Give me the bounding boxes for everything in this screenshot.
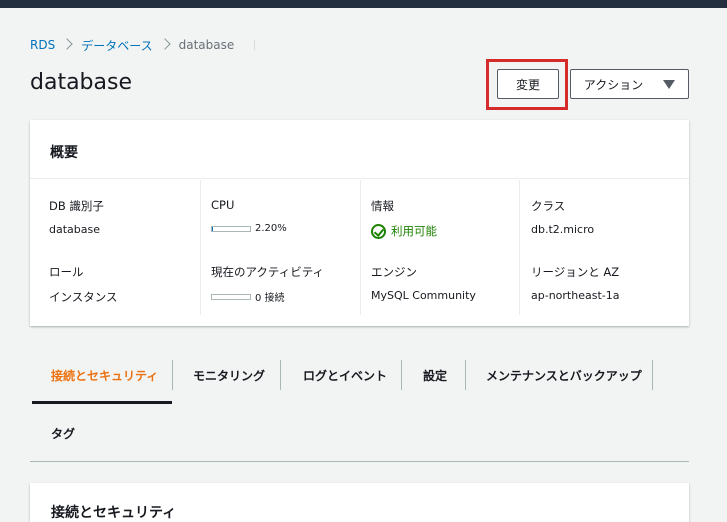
chevron-right-icon — [155, 36, 177, 54]
class-value: db.t2.micro — [531, 223, 595, 236]
summary-column-identifier: DB 識別子 database ロール インスタンス — [30, 180, 200, 315]
top-navigation-bar — [0, 0, 727, 8]
breadcrumb-divider — [254, 40, 256, 50]
cpu-progress-fill — [212, 226, 213, 231]
cpu-label: CPU — [211, 198, 235, 212]
activity-progress-bar — [211, 293, 251, 300]
engine-value: MySQL Community — [371, 289, 476, 302]
tab-connectivity-security[interactable]: 接続とセキュリティ — [51, 360, 176, 390]
status-badge: 利用可能 — [371, 223, 437, 239]
summary-grid: DB 識別子 database ロール インスタンス CPU 2.20% 現在の… — [30, 180, 689, 326]
tab-maintenance-backup[interactable]: メンテナンスとバックアップ — [466, 360, 653, 390]
modify-button[interactable]: 変更 — [497, 69, 559, 99]
tab-logs-events[interactable]: ログとイベント — [281, 360, 402, 390]
check-circle-icon — [371, 223, 386, 239]
tab-label: ログとイベント — [303, 368, 388, 383]
summary-column-class: クラス db.t2.micro リージョンと AZ ap-northeast-1… — [519, 180, 689, 315]
breadcrumb: RDS データベース database — [30, 36, 256, 54]
role-value: インスタンス — [49, 290, 118, 304]
connectivity-security-panel: 接続とセキュリティ — [30, 483, 689, 522]
summary-panel: 概要 DB 識別子 database ロール インスタンス CPU 2.20% … — [30, 120, 689, 326]
actions-button-label: アクション — [583, 77, 644, 92]
breadcrumb-current: database — [178, 38, 235, 52]
engine-label: エンジン — [371, 265, 417, 279]
activity-label: 現在のアクティビティ — [211, 265, 325, 279]
summary-heading: 概要 — [30, 120, 689, 179]
tab-label: 接続とセキュリティ — [51, 368, 159, 383]
activity-meter: 0 接続 — [211, 289, 285, 304]
db-identifier-label: DB 識別子 — [49, 199, 104, 213]
active-tab-indicator — [32, 401, 172, 404]
summary-column-status: 情報 利用可能 エンジン MySQL Community — [360, 180, 519, 315]
cpu-value: 2.20% — [255, 223, 287, 234]
tab-configuration[interactable]: 設定 — [402, 360, 466, 390]
modify-button-label: 変更 — [515, 77, 540, 92]
page-title: database — [30, 70, 132, 95]
tab-tags[interactable]: タグ — [51, 418, 111, 448]
tab-separator — [652, 360, 653, 390]
tab-label: メンテナンスとバックアップ — [486, 368, 642, 383]
chevron-right-icon — [57, 36, 79, 54]
status-value: 利用可能 — [391, 224, 437, 238]
cpu-progress-bar — [211, 225, 251, 232]
tab-separator — [172, 360, 173, 390]
cpu-meter: 2.20% — [211, 223, 287, 234]
summary-column-usage: CPU 2.20% 現在のアクティビティ 0 接続 — [200, 180, 360, 315]
tab-label: 設定 — [423, 368, 448, 383]
tab-label: タグ — [51, 426, 76, 441]
tab-monitoring[interactable]: モニタリング — [172, 360, 281, 390]
region-label: リージョンと AZ — [531, 265, 620, 279]
tab-bar: 接続とセキュリティ モニタリング ログとイベント 設定 メンテナンスとバックアッ… — [30, 359, 689, 462]
class-label: クラス — [531, 199, 566, 213]
region-value: ap-northeast-1a — [531, 289, 620, 302]
role-label: ロール — [49, 265, 84, 279]
tab-label: モニタリング — [193, 368, 266, 383]
db-identifier-value: database — [49, 223, 100, 236]
section-title: 接続とセキュリティ — [51, 505, 177, 521]
actions-dropdown-button[interactable]: アクション — [570, 69, 689, 99]
breadcrumb-rds-link[interactable]: RDS — [30, 38, 55, 52]
caret-down-icon — [663, 79, 676, 89]
info-label: 情報 — [371, 199, 394, 213]
breadcrumb-databases-link[interactable]: データベース — [81, 37, 152, 54]
activity-value: 0 接続 — [255, 293, 285, 304]
